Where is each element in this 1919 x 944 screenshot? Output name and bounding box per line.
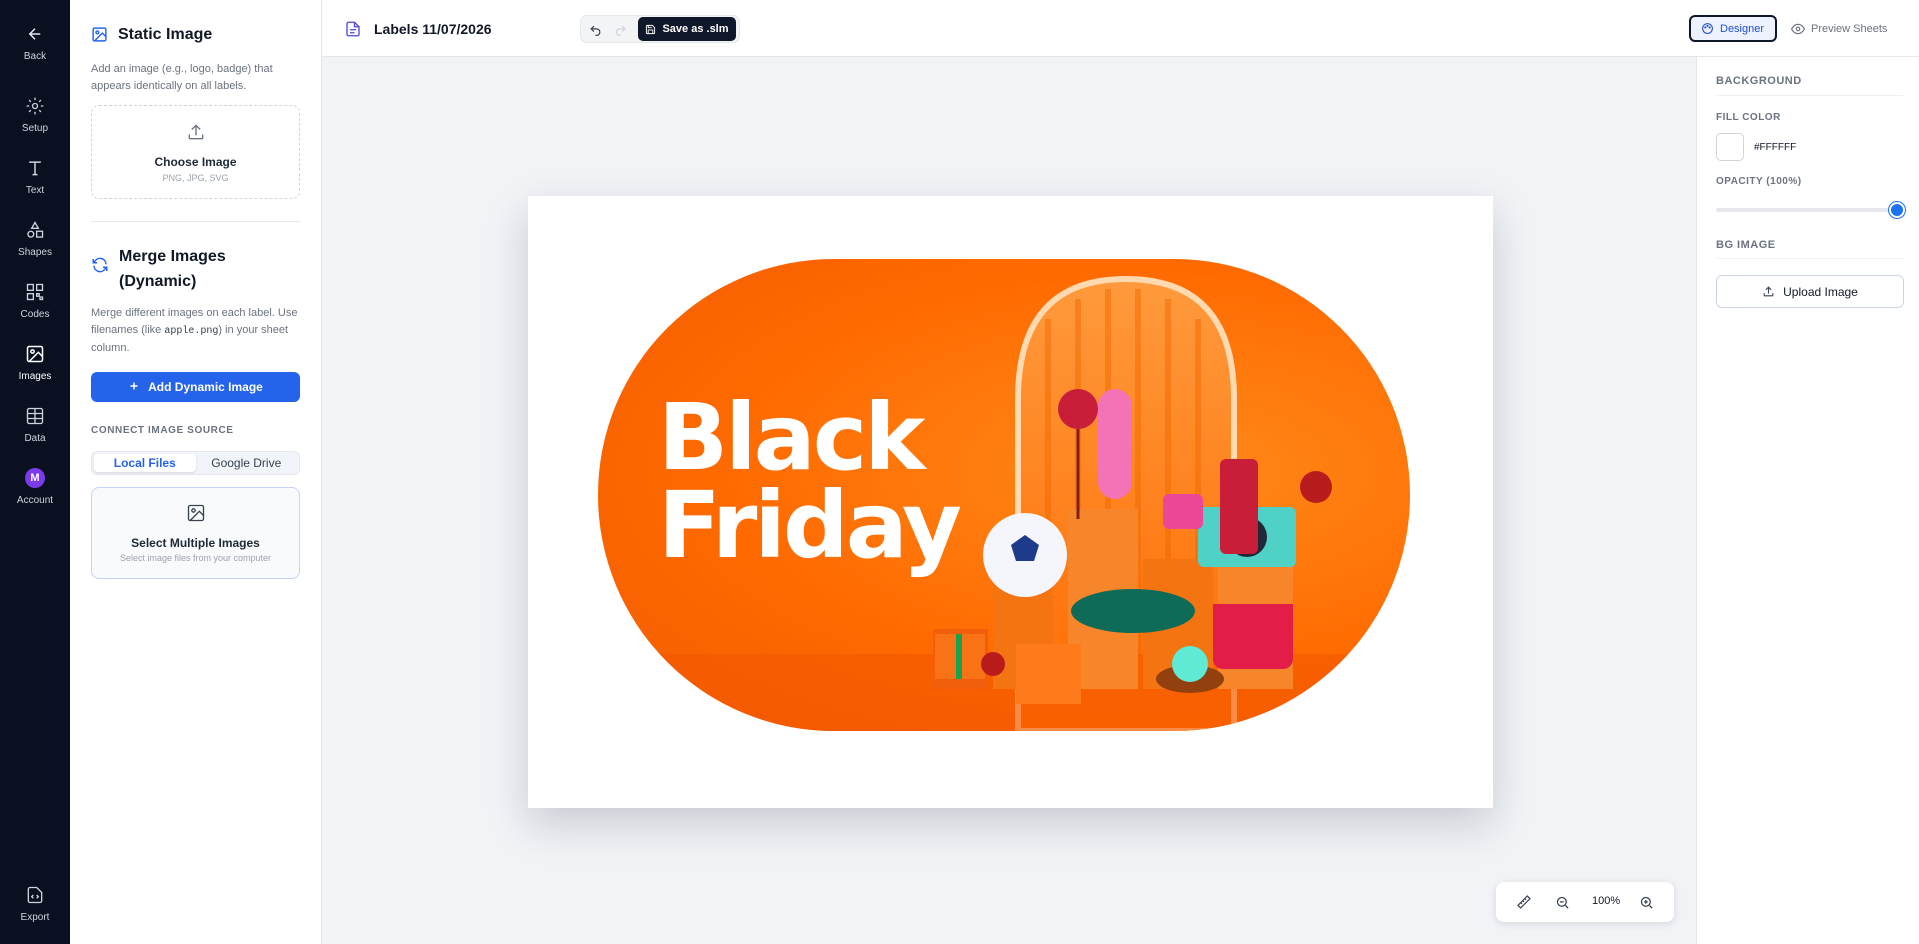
tab-local-files[interactable]: Local Files xyxy=(94,454,196,472)
opacity-slider-handle[interactable] xyxy=(1889,202,1905,218)
top-bar: Labels 11/07/2026 Save as .slm Designer … xyxy=(322,0,1919,57)
label-canvas[interactable]: Black Friday xyxy=(528,196,1493,808)
codes-label: Codes xyxy=(20,309,50,320)
document-icon xyxy=(344,19,362,44)
add-dynamic-image-label: Add Dynamic Image xyxy=(148,380,263,394)
zoom-level: 100% xyxy=(1592,895,1621,907)
static-image-header: Static Image xyxy=(91,22,212,48)
save-label: Save as .slm xyxy=(662,23,729,35)
zoom-in-icon xyxy=(1640,896,1653,909)
image-icon xyxy=(186,503,206,528)
fill-color-swatch[interactable] xyxy=(1716,133,1744,161)
rail-item-export[interactable]: Export xyxy=(0,883,70,923)
undo-icon xyxy=(589,25,600,36)
tab-google-drive[interactable]: Google Drive xyxy=(196,454,298,472)
zoom-controls: 100% xyxy=(1496,882,1674,922)
table-icon xyxy=(23,404,47,428)
static-image-title: Static Image xyxy=(118,26,213,43)
merge-images-description: Merge different images on each label. Us… xyxy=(91,307,298,354)
designer-label: Designer xyxy=(1720,22,1765,35)
avatar: M xyxy=(25,468,45,488)
connect-source-heading: CONNECT IMAGE SOURCE xyxy=(91,425,234,436)
section-divider xyxy=(91,221,300,222)
divider xyxy=(1716,258,1903,259)
data-label: Data xyxy=(24,433,46,444)
select-multiple-label: Select Multiple Images xyxy=(131,536,260,550)
gear-icon xyxy=(23,94,47,118)
properties-panel: BACKGROUND FILL COLOR #FFFFFF OPACITY (1… xyxy=(1696,57,1919,944)
headline-line-2: Friday xyxy=(658,472,962,579)
rail-item-account[interactable]: M Account xyxy=(0,466,70,506)
images-label: Images xyxy=(18,371,52,382)
preview-label: Preview Sheets xyxy=(1811,22,1888,35)
upload-icon xyxy=(1763,286,1774,297)
setup-label: Setup xyxy=(21,123,49,134)
history-toolbar: Save as .slm xyxy=(580,15,740,43)
upload-icon xyxy=(186,122,206,147)
eye-icon xyxy=(1791,23,1805,34)
upload-image-button[interactable]: Upload Image xyxy=(1716,275,1904,308)
save-button[interactable]: Save as .slm xyxy=(638,17,736,41)
zoom-out-button[interactable] xyxy=(1552,892,1572,912)
palette-icon xyxy=(1702,23,1713,34)
zoom-in-button[interactable] xyxy=(1636,892,1656,912)
refresh-icon xyxy=(91,256,109,279)
fill-color-hex[interactable]: #FFFFFF xyxy=(1754,142,1796,153)
plus-icon xyxy=(128,380,140,395)
merge-images-title: Merge Images (Dynamic) xyxy=(119,248,226,290)
export-label: Export xyxy=(20,912,50,923)
back-label: Back xyxy=(23,51,47,62)
fill-color-label: FILL COLOR xyxy=(1716,112,1781,123)
choose-image-dropzone[interactable]: Choose Image PNG, JPG, SVG xyxy=(91,105,300,199)
account-label: Account xyxy=(16,495,54,506)
select-multiple-images-dropzone[interactable]: Select Multiple Images Select image file… xyxy=(91,487,300,579)
tab-designer[interactable]: Designer xyxy=(1689,15,1777,42)
background-heading: BACKGROUND xyxy=(1716,75,1802,87)
redo-button[interactable] xyxy=(610,20,630,40)
rail-item-data[interactable]: Data xyxy=(0,404,70,444)
rail-item-shapes[interactable]: Shapes xyxy=(0,218,70,258)
ruler-icon xyxy=(1517,895,1531,909)
bg-image-heading: BG IMAGE xyxy=(1716,239,1776,251)
text-icon xyxy=(23,156,47,180)
headline-line-1: Black xyxy=(658,384,925,491)
upload-image-label: Upload Image xyxy=(1783,284,1858,299)
qr-code-icon xyxy=(23,280,47,304)
merge-images-header: Merge Images (Dynamic) xyxy=(91,244,226,294)
shapes-label: Shapes xyxy=(18,247,52,258)
choose-image-label: Choose Image xyxy=(154,154,237,169)
divider xyxy=(1716,95,1903,96)
redo-icon xyxy=(615,25,626,36)
document-title[interactable]: Labels 11/07/2026 xyxy=(374,21,492,37)
opacity-label: OPACITY (100%) xyxy=(1716,176,1802,187)
file-types-hint: PNG, JPG, SVG xyxy=(162,172,229,183)
undo-button[interactable] xyxy=(585,20,605,40)
static-image-description: Add an image (e.g., logo, badge) that ap… xyxy=(91,63,273,92)
left-rail: Back Setup Text Shapes Codes Images Data… xyxy=(0,0,70,944)
shapes-icon xyxy=(23,218,47,242)
image-source-toggle: Local Files Google Drive xyxy=(91,451,300,475)
zoom-out-icon xyxy=(1556,896,1569,909)
tab-preview-sheets[interactable]: Preview Sheets xyxy=(1781,15,1901,42)
back-button[interactable]: Back xyxy=(0,22,70,62)
rail-item-images[interactable]: Images xyxy=(0,342,70,382)
export-code-icon xyxy=(23,883,47,907)
rail-item-codes[interactable]: Codes xyxy=(0,280,70,320)
ruler-button[interactable] xyxy=(1514,892,1534,912)
select-multiple-hint: Select image files from your computer xyxy=(119,553,272,563)
image-icon xyxy=(91,26,108,48)
rail-item-text[interactable]: Text xyxy=(0,156,70,196)
opacity-slider-track[interactable] xyxy=(1716,208,1896,212)
black-friday-banner-image[interactable]: Black Friday xyxy=(598,259,1410,731)
rail-item-setup[interactable]: Setup xyxy=(0,94,70,134)
arrow-left-icon xyxy=(23,22,47,46)
add-dynamic-image-button[interactable]: Add Dynamic Image xyxy=(91,372,300,402)
save-icon xyxy=(646,24,656,34)
banner-headline: Black Friday xyxy=(658,384,962,579)
image-icon xyxy=(23,342,47,366)
images-panel: Static Image Add an image (e.g., logo, b… xyxy=(70,0,322,944)
text-label: Text xyxy=(25,185,45,196)
